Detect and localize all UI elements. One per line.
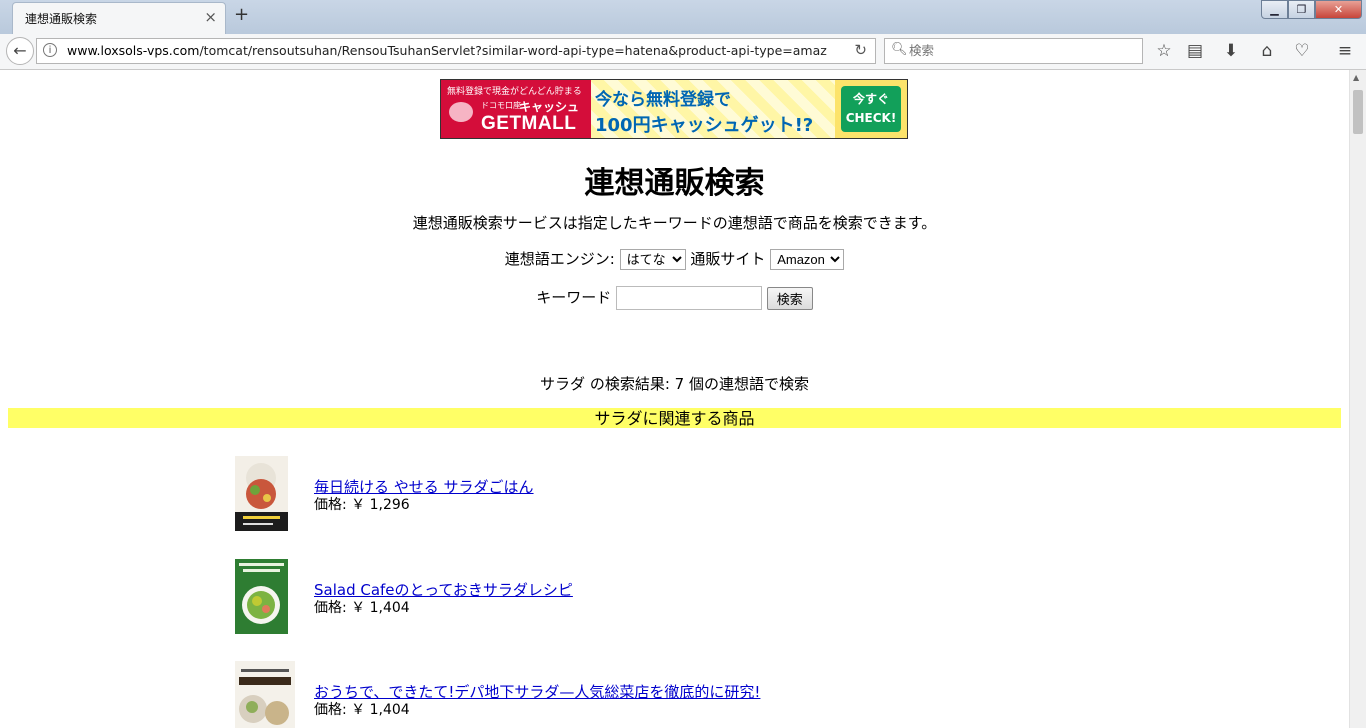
url-host: www.loxsols-vps.com xyxy=(67,43,200,58)
keyword-input[interactable] xyxy=(616,286,762,310)
banner-cta-line1: 今すぐ xyxy=(852,92,889,106)
url-path: /tomcat/rensoutsuhan/RensouTsuhanServlet… xyxy=(199,43,827,58)
product-thumbnail[interactable] xyxy=(235,456,288,531)
scroll-up-arrow-icon[interactable]: ▲ xyxy=(1353,73,1359,82)
download-icon[interactable]: ⬇ xyxy=(1219,40,1243,64)
home-icon[interactable]: ⌂ xyxy=(1255,40,1279,64)
site-select[interactable]: Amazon xyxy=(770,249,845,270)
url-text[interactable]: www.loxsols-vps.com/tomcat/rensoutsuhan/… xyxy=(67,43,827,58)
browser-search-bar[interactable]: 🔍︎ xyxy=(884,38,1143,64)
tab-active[interactable]: 連想通販検索 × xyxy=(12,2,226,34)
banner-cta-line2: CHECK! xyxy=(845,111,897,125)
scrollbar-thumb[interactable] xyxy=(1353,90,1363,134)
engine-select[interactable]: はてな xyxy=(619,249,686,270)
keyword-row: キーワード 検索 xyxy=(0,286,1349,310)
navigation-toolbar: ← i www.loxsols-vps.com/tomcat/rensoutsu… xyxy=(0,34,1366,70)
reader-list-icon[interactable]: ▤ xyxy=(1183,40,1207,64)
banner-small-text: 無料登録で現金がどんどん貯まる xyxy=(447,87,582,97)
engine-label: 連想語エンジン: xyxy=(504,250,615,268)
vertical-scrollbar[interactable]: ▲ xyxy=(1349,70,1366,728)
close-window-button[interactable]: ✕ xyxy=(1315,0,1362,19)
menu-icon[interactable]: ≡ xyxy=(1333,40,1357,64)
tab-title: 連想通販検索 xyxy=(25,12,98,26)
back-arrow-icon[interactable]: ← xyxy=(6,37,34,65)
banner-check-button[interactable]: 今すぐ CHECK! xyxy=(841,86,901,132)
product-thumbnail[interactable] xyxy=(235,661,295,728)
result-summary: サラダ の検索結果: 7 個の連想語で検索 xyxy=(540,375,809,393)
banner-brand-panel: 無料登録で現金がどんどん貯まる ドコモ口座 キャッシュ GETMALL xyxy=(441,80,591,138)
new-tab-icon[interactable]: + xyxy=(234,4,249,25)
product-price: 価格: ￥ 1,296 xyxy=(314,497,410,513)
banner-docomo-text: ドコモ口座 xyxy=(481,101,521,110)
url-bar[interactable]: i www.loxsols-vps.com/tomcat/rensoutsuha… xyxy=(36,38,876,64)
banner-headline-1: 今なら無料登録で xyxy=(595,90,731,110)
title-bar: 連想通販検索 × + ▁ ❐ ✕ xyxy=(0,0,1366,34)
related-products-header: サラダに関連する商品 xyxy=(8,408,1341,428)
minimize-window-button[interactable]: ▁ xyxy=(1261,0,1288,19)
banner-headline-2: 100円キャッシュゲット!? xyxy=(595,115,814,136)
page-viewport: 無料登録で現金がどんどん貯まる ドコモ口座 キャッシュ GETMALL 今なら無… xyxy=(0,70,1349,728)
engine-selection-row: 連想語エンジン: はてな 通販サイト Amazon xyxy=(0,248,1349,270)
search-button[interactable]: 検索 xyxy=(766,286,813,310)
banner-cta-panel: 今すぐ CHECK! xyxy=(835,80,907,138)
browser-search-input[interactable] xyxy=(907,42,1136,59)
info-icon[interactable]: i xyxy=(43,43,57,57)
product-price: 価格: ￥ 1,404 xyxy=(314,702,410,718)
product-price: 価格: ￥ 1,404 xyxy=(314,600,410,616)
product-thumbnail[interactable] xyxy=(235,559,288,634)
banner-headline-panel: 今なら無料登録で 100円キャッシュゲット!? xyxy=(591,80,835,138)
banner-brand-logo: GETMALL xyxy=(481,113,577,134)
page-title: 連想通販検索 xyxy=(584,166,765,201)
close-tab-icon[interactable]: × xyxy=(204,8,217,26)
keyword-label: キーワード xyxy=(536,288,612,307)
reload-icon[interactable]: ↻ xyxy=(854,41,867,59)
pocket-icon[interactable]: ♡ xyxy=(1290,40,1314,64)
piggy-bank-icon xyxy=(449,102,473,122)
site-label: 通販サイト xyxy=(690,250,766,268)
bookmark-star-icon[interactable]: ☆ xyxy=(1152,40,1176,64)
page-description: 連想通販検索サービスは指定したキーワードの連想語で商品を検索できます。 xyxy=(412,214,937,232)
ad-banner[interactable]: 無料登録で現金がどんどん貯まる ドコモ口座 キャッシュ GETMALL 今なら無… xyxy=(440,79,908,139)
maximize-window-button[interactable]: ❐ xyxy=(1288,0,1315,19)
search-icon: 🔍︎ xyxy=(891,42,908,57)
